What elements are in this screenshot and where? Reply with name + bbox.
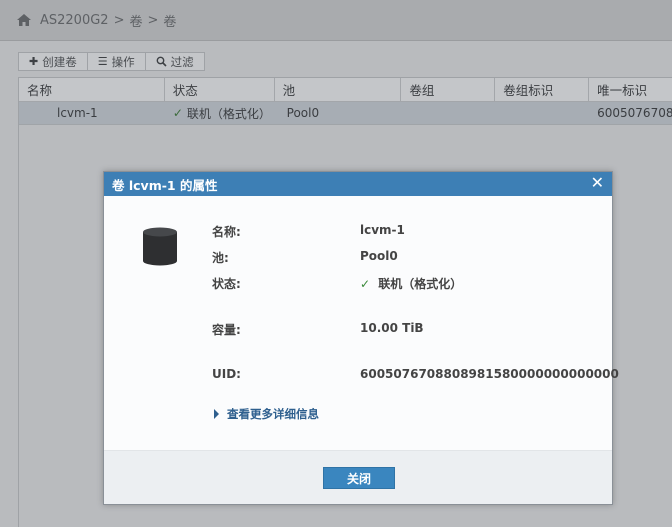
dialog-body: 名称: lcvm-1 池: Pool0 状态: ✓ 联机（格式化） 容量: 10… <box>104 196 619 451</box>
close-button[interactable]: 关闭 <box>323 467 395 489</box>
close-icon[interactable]: ✕ <box>591 175 604 191</box>
more-details-link[interactable]: 查看更多详细信息 <box>214 406 319 422</box>
expand-triangle-icon <box>214 409 219 419</box>
prop-label-uid: UID: <box>212 367 241 381</box>
prop-label-status: 状态: <box>212 277 241 291</box>
prop-label-capacity: 容量: <box>212 323 241 337</box>
more-details-label: 查看更多详细信息 <box>227 407 319 421</box>
prop-label-pool: 池: <box>212 251 229 265</box>
prop-value-status: ✓ 联机（格式化） <box>360 275 462 292</box>
prop-value-uid: 6005076708808981580000000000000 <box>360 367 619 381</box>
prop-value-pool: Pool0 <box>360 249 398 263</box>
prop-value-name: lcvm-1 <box>360 223 405 237</box>
volume-properties-dialog: 卷 lcvm-1 的属性 ✕ 名称: lcvm-1 池: Pool0 状态: ✓… <box>103 171 619 505</box>
dialog-title: 卷 lcvm-1 的属性 <box>112 177 218 193</box>
checkmark-icon: ✓ <box>360 277 371 291</box>
prop-value-status-text: 联机（格式化） <box>378 277 463 291</box>
volume-icon <box>143 227 177 266</box>
dialog-titlebar: 卷 lcvm-1 的属性 ✕ <box>104 172 612 196</box>
prop-label-name: 名称: <box>212 225 241 239</box>
prop-value-capacity: 10.00 TiB <box>360 321 424 335</box>
dialog-footer: 关闭 <box>104 450 612 504</box>
